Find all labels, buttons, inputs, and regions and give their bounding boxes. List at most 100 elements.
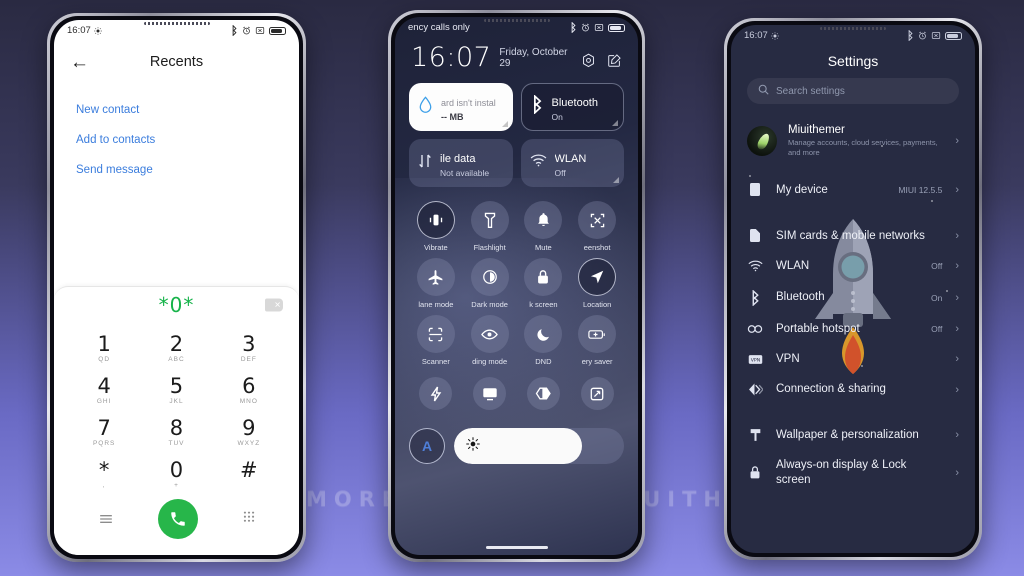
vibrate-icon — [255, 26, 265, 35]
settings-row-label: WLAN — [776, 260, 810, 273]
lock-icon — [524, 258, 563, 296]
settings-row-bluetooth[interactable]: Bluetooth On — [731, 282, 975, 314]
toggle-cast[interactable] — [463, 377, 517, 414]
settings-row-connection-sharing[interactable]: Connection & sharing — [731, 374, 975, 404]
tile-title: ile data — [440, 152, 476, 165]
chevron-right-icon — [955, 260, 959, 272]
brightness-icon — [771, 31, 779, 40]
vpn-icon: VPN — [747, 354, 763, 365]
device-icon — [747, 182, 763, 197]
settings-row-my-device[interactable]: My device MIUI 12.5.5 — [731, 174, 975, 205]
toggle-contrast[interactable] — [517, 377, 571, 414]
settings-row-always-on-display[interactable]: Always-on display & Lock screen — [731, 450, 975, 495]
dial-key-0[interactable]: 0 + — [140, 453, 212, 493]
toggle-expand[interactable] — [570, 377, 624, 414]
account-name: Miuithemer — [788, 124, 845, 136]
search-input[interactable]: Search settings — [747, 78, 959, 104]
clock-time: 16:07 — [411, 42, 492, 73]
tile-corner-icon[interactable] — [612, 120, 618, 126]
backspace-icon[interactable]: ✕ — [265, 298, 283, 312]
toggle-label: ding mode — [472, 357, 508, 366]
data-arrows-icon — [418, 153, 432, 174]
settings-icon[interactable] — [581, 53, 596, 68]
dial-key-9[interactable]: 9 WXYZ — [213, 411, 285, 451]
dial-key-letters: , — [102, 482, 106, 489]
phone1-screen: 16:07 ← Recents New contact Add to conta… — [54, 20, 299, 555]
toggle-mute[interactable]: Mute — [517, 201, 571, 252]
menu-icon[interactable] — [99, 511, 113, 527]
action-add-to-contacts[interactable]: Add to contacts — [54, 125, 299, 155]
tile-title: ard isn't instal — [441, 97, 496, 108]
phone1-bezel: 16:07 ← Recents New contact Add to conta… — [50, 16, 303, 559]
action-new-contact[interactable]: New contact — [54, 95, 299, 125]
tile-sd-card[interactable]: ard isn't instal -- MB — [409, 83, 513, 131]
sharing-icon — [747, 383, 763, 396]
chevron-right-icon — [955, 429, 959, 441]
dial-key-7[interactable]: 7 PQRS — [68, 411, 140, 451]
chevron-right-icon — [955, 384, 959, 396]
toggle-scanner[interactable]: Scanner — [409, 315, 463, 366]
settings-row-wlan[interactable]: WLAN Off — [731, 251, 975, 281]
brightness-slider[interactable] — [454, 428, 624, 464]
dialpad-bottom-bar — [54, 493, 299, 553]
back-button[interactable]: ← — [70, 53, 89, 72]
tile-corner-icon[interactable] — [501, 121, 508, 127]
settings-row-vpn[interactable]: VPN VPN — [731, 344, 975, 374]
tile-subtitle: Off — [554, 167, 566, 178]
settings-row-wallpaper[interactable]: Wallpaper & personalization — [731, 420, 975, 450]
home-indicator[interactable] — [485, 546, 548, 549]
tile-bluetooth[interactable]: Bluetooth On — [520, 83, 624, 131]
toggle-lightning[interactable] — [409, 377, 463, 414]
dial-key-letters: GHI — [96, 397, 112, 405]
settings-row-sim-cards[interactable]: SIM cards & mobile networks — [731, 220, 975, 251]
account-row[interactable]: Miuithemer Manage accounts, cloud servic… — [731, 118, 975, 172]
tile-mobile-data[interactable]: ile data Not available — [409, 139, 513, 187]
dial-key-digit: 7 — [97, 415, 111, 440]
keypad-icon[interactable] — [243, 511, 255, 527]
toggle-battery-saver[interactable]: ery saver — [570, 315, 624, 366]
dial-key-8[interactable]: 8 TUV — [140, 411, 212, 451]
toggle-reading-mode[interactable]: ding mode — [463, 315, 517, 366]
dial-key-2[interactable]: 2 ABC — [140, 327, 212, 367]
toggle-location[interactable]: Location — [570, 258, 624, 309]
toggle-screenshot[interactable]: eenshot — [570, 201, 624, 252]
toggle-label: k screen — [529, 300, 558, 309]
call-button[interactable] — [157, 499, 198, 539]
action-send-message[interactable]: Send message — [54, 155, 299, 185]
tile-corner-icon[interactable] — [613, 177, 619, 183]
toggle-vibrate[interactable]: Vibrate — [409, 201, 463, 252]
dial-key-6[interactable]: 6 MNO — [213, 369, 285, 409]
dial-key-letters: JKL — [169, 397, 184, 405]
toggle-label: Dark mode — [471, 300, 508, 309]
dial-key-5[interactable]: 5 JKL — [140, 369, 212, 409]
moon-icon — [524, 315, 563, 353]
dial-key-digit: 5 — [169, 373, 184, 398]
tile-wlan[interactable]: WLAN Off — [520, 139, 624, 187]
auto-brightness-button[interactable]: A — [409, 428, 445, 464]
dial-key-1[interactable]: 1 QD — [68, 327, 140, 367]
edit-icon[interactable] — [607, 53, 622, 68]
settings-row-portable-hotspot[interactable]: Portable hotspot Off — [731, 314, 975, 344]
dial-key-4[interactable]: 4 GHI — [68, 369, 140, 409]
toggle-label: Mute — [535, 243, 552, 252]
dial-key-3[interactable]: 3 DEF — [213, 327, 285, 367]
battery-icon — [608, 23, 625, 32]
wallpaper-icon — [747, 428, 763, 442]
location-icon — [578, 258, 617, 296]
toggle-flashlight[interactable]: Flashlight — [463, 201, 517, 252]
contrast-icon — [526, 377, 560, 410]
dial-key-star[interactable]: *, — [68, 453, 140, 493]
dial-key-letters: TUV — [168, 439, 185, 447]
toggle-lock-screen[interactable]: k screen — [517, 258, 571, 309]
phone1-app-bar: ← Recents — [54, 41, 299, 83]
dial-key-letters: ABC — [168, 355, 185, 363]
status-time: 16:07 — [67, 25, 91, 36]
toggle-dnd[interactable]: DND — [517, 315, 571, 366]
toggle-airplane-mode[interactable]: lane mode — [409, 258, 463, 309]
toggle-label: lane mode — [418, 300, 454, 309]
dial-key-hash[interactable]: # — [213, 453, 285, 493]
chevron-right-icon — [955, 292, 959, 304]
dark-mode-icon — [470, 258, 509, 296]
clock-row: 16:07 Friday, October 29 — [409, 38, 624, 83]
toggle-dark-mode[interactable]: Dark mode — [463, 258, 517, 309]
